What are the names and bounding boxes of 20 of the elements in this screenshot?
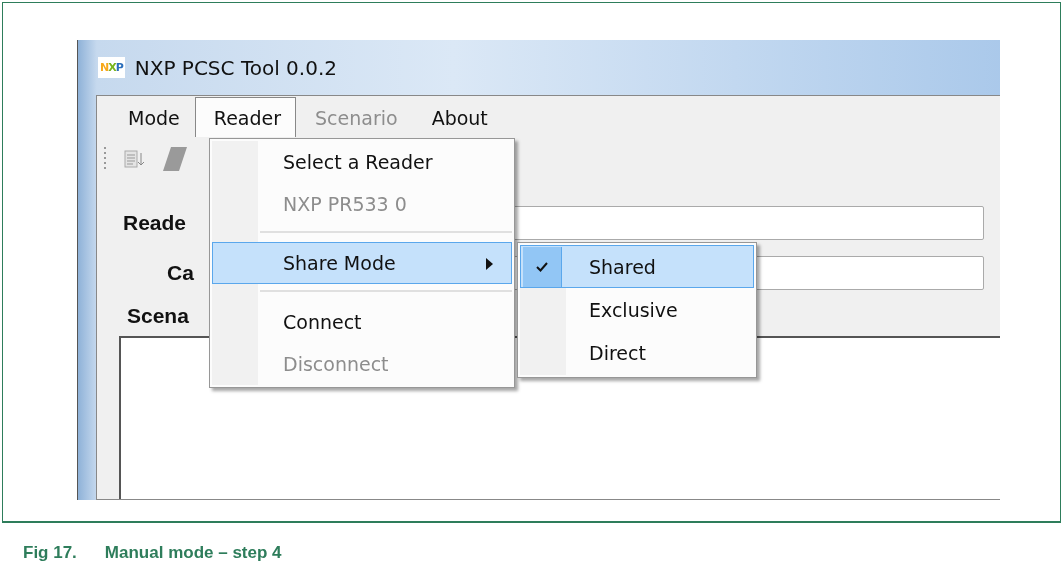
menu-item[interactable]: Share Mode — [212, 242, 512, 284]
menu-item[interactable]: Shared — [520, 245, 754, 289]
submenu-arrow-icon — [486, 258, 493, 271]
menu-item[interactable]: Mode — [109, 97, 195, 137]
check-icon — [536, 262, 548, 272]
window-title: NXP PCSC Tool 0.0.2 — [134, 55, 337, 80]
toolbar-grip-icon — [103, 146, 107, 172]
menu-item[interactable]: Select a Reader — [212, 141, 512, 183]
menu-item[interactable]: Direct — [520, 331, 754, 375]
eraser-icon[interactable] — [161, 145, 189, 173]
app-logo: NXP — [98, 57, 125, 78]
figure-caption: Fig 17. Manual mode – step 4 — [23, 543, 283, 563]
menu-item[interactable]: Connect — [212, 301, 512, 344]
list-icon[interactable] — [123, 148, 145, 170]
section-label: Scena — [127, 304, 189, 328]
field-label: Reade — [123, 211, 187, 235]
menu-item[interactable]: Exclusive — [520, 288, 754, 332]
menu-item[interactable]: Reader — [194, 97, 297, 137]
menu-item[interactable]: About — [412, 97, 503, 137]
field-label: Ca — [167, 261, 194, 285]
